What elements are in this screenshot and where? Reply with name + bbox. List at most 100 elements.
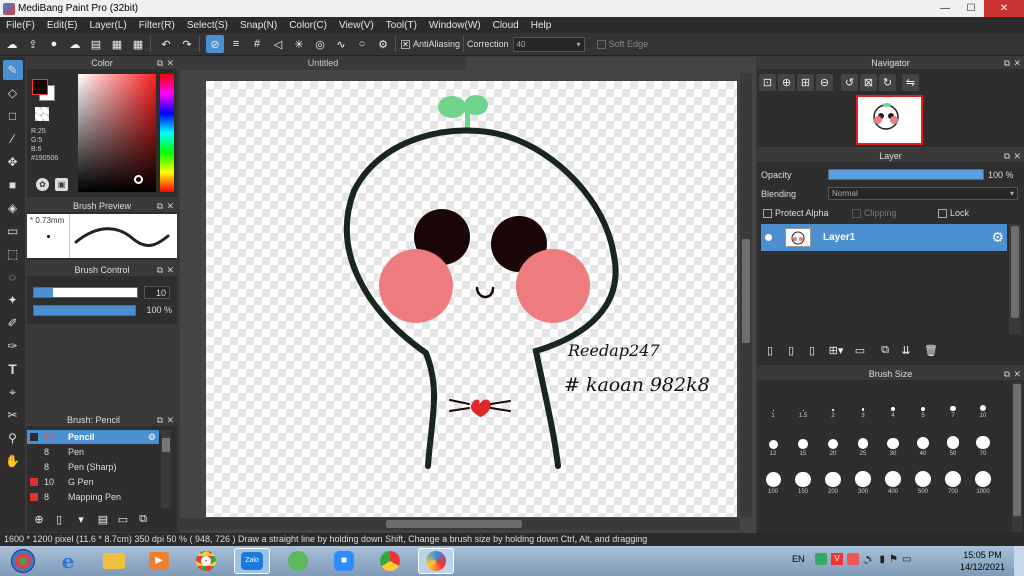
bucket-tool-icon[interactable]: ◈ xyxy=(3,198,23,218)
cloud-icon[interactable]: ☁ xyxy=(3,35,21,53)
close-icon[interactable]: ✕ xyxy=(166,57,174,69)
select-eraser-icon[interactable]: ✑ xyxy=(3,336,23,356)
minimize-button[interactable]: — xyxy=(932,0,958,17)
zoom-in-icon[interactable]: ⊕ xyxy=(778,74,795,91)
transparent-swatch[interactable] xyxy=(35,107,49,121)
rotate-right-icon[interactable]: ↻ xyxy=(879,74,896,91)
document-tab[interactable]: Untitled xyxy=(180,57,466,70)
brush-settings-icon[interactable]: ▤ xyxy=(95,512,111,526)
snap-cross-icon[interactable]: # xyxy=(248,35,266,53)
clock[interactable]: 15:05 PM 14/12/2021 xyxy=(960,549,1005,573)
brush-menu-icon[interactable]: ▾ xyxy=(71,512,91,526)
zoom-out-icon[interactable]: ⊖ xyxy=(816,74,833,91)
brush-tool-icon[interactable]: ✎ xyxy=(2,60,23,80)
brush-size-option[interactable]: 50 xyxy=(939,423,967,457)
undock-icon[interactable]: ⧉ xyxy=(157,264,163,276)
undo-icon[interactable]: ↶ xyxy=(157,35,175,53)
lasso-tool-icon[interactable]: ◌ xyxy=(3,267,23,287)
chrome-icon[interactable] xyxy=(188,548,224,574)
network-icon[interactable]: ▮ xyxy=(879,554,885,565)
zoom-fit-icon[interactable]: ⊡ xyxy=(759,74,776,91)
move-tool-icon[interactable]: ✥ xyxy=(3,152,23,172)
menu-window[interactable]: Window(W) xyxy=(423,20,487,31)
menu-edit[interactable]: Edit(E) xyxy=(41,20,84,31)
speaker-icon[interactable]: 🔈 xyxy=(863,554,875,565)
divide-tool-icon[interactable]: ✂ xyxy=(3,405,23,425)
brush-size-slider[interactable] xyxy=(33,287,138,298)
medibang-taskbar-icon[interactable] xyxy=(418,548,454,574)
soft-edge-checkbox[interactable] xyxy=(596,39,606,49)
select-rect-tool-icon[interactable]: ⬚ xyxy=(3,244,23,264)
menu-layer[interactable]: Layer(L) xyxy=(83,20,132,31)
new-layer-icon[interactable]: ▯ xyxy=(761,342,779,358)
page-icon[interactable]: ▤ xyxy=(87,35,105,53)
lingoes-icon[interactable] xyxy=(280,548,316,574)
snap-parallel-icon[interactable]: ≡ xyxy=(227,35,245,53)
brush-size-option[interactable]: 4 xyxy=(879,385,907,419)
brush-size-option[interactable]: 25 xyxy=(849,423,877,457)
layer-list-scrollbar[interactable] xyxy=(1009,224,1021,334)
brush-size-option[interactable]: 1000 xyxy=(969,461,997,495)
pages-icon[interactable]: ▦ xyxy=(108,35,126,53)
close-icon[interactable]: ✕ xyxy=(1013,150,1021,162)
brush-opacity-slider[interactable] xyxy=(33,305,136,316)
brush-folder-icon[interactable]: ▭ xyxy=(115,512,131,526)
brush-size-option[interactable]: 70 xyxy=(969,423,997,457)
brush-size-value[interactable]: 10 xyxy=(144,286,170,299)
horizontal-scrollbar[interactable] xyxy=(180,518,740,530)
snap-settings-icon[interactable]: ⚙ xyxy=(374,35,392,53)
rectangle-tool-icon[interactable]: □ xyxy=(3,106,23,126)
select-pen-icon[interactable]: ✐ xyxy=(3,313,23,333)
menu-view[interactable]: View(V) xyxy=(333,20,380,31)
redo-icon[interactable]: ↷ xyxy=(178,35,196,53)
grid-icon[interactable]: ▦ xyxy=(129,35,147,53)
brush-size-option[interactable]: 3 xyxy=(849,385,877,419)
eye-icon[interactable] xyxy=(765,234,772,241)
blending-select[interactable]: Normal ▾ xyxy=(828,187,1018,200)
color-wheel-icon[interactable]: ✿ xyxy=(36,178,49,191)
close-icon[interactable]: ✕ xyxy=(166,264,174,276)
brush-size-option[interactable]: 7 xyxy=(939,385,967,419)
menu-filter[interactable]: Filter(R) xyxy=(133,20,181,31)
menu-file[interactable]: File(F) xyxy=(0,20,41,31)
menu-color[interactable]: Color(C) xyxy=(283,20,333,31)
brush-size-option[interactable]: 400 xyxy=(879,461,907,495)
zoom-icon[interactable]: ■ xyxy=(326,548,362,574)
actual-size-icon[interactable]: ⊞ xyxy=(797,74,814,91)
brush-list-scrollbar[interactable] xyxy=(161,430,171,508)
brush-item-pencil[interactable]: 10 Pencil ⚙ xyxy=(27,430,159,444)
brush-item-pen-sharp[interactable]: 8 Pen (Sharp) xyxy=(27,460,159,474)
snap-curve-icon[interactable]: ∿ xyxy=(332,35,350,53)
flip-icon[interactable]: ⇋ xyxy=(902,74,919,91)
color-palette-icon[interactable]: ▣ xyxy=(55,178,68,191)
brush-size-option[interactable]: 10 xyxy=(969,385,997,419)
close-icon[interactable]: ✕ xyxy=(1013,368,1021,380)
media-player-icon[interactable]: ▶ xyxy=(141,548,177,574)
fill-rect-tool-icon[interactable]: ■ xyxy=(3,175,23,195)
brush-size-option[interactable]: 30 xyxy=(879,423,907,457)
delete-layer-icon[interactable]: 🗑 xyxy=(922,342,940,358)
start-button[interactable] xyxy=(3,548,43,574)
folder-icon[interactable]: ▭ xyxy=(851,342,869,358)
menu-select[interactable]: Select(S) xyxy=(181,20,234,31)
operation-tool-icon[interactable]: ⌖ xyxy=(3,382,23,402)
undock-icon[interactable]: ⧉ xyxy=(1004,57,1010,69)
vertical-scrollbar[interactable] xyxy=(740,73,752,517)
chrome-alt-icon[interactable] xyxy=(372,548,408,574)
brush-item-mapping-pen[interactable]: 8 Mapping Pen xyxy=(27,490,159,504)
brush-size-option[interactable]: 100 xyxy=(759,461,787,495)
brush-item-pen[interactable]: 8 Pen xyxy=(27,445,159,459)
brush-size-option[interactable]: 15 xyxy=(789,423,817,457)
vietkey-icon[interactable]: V xyxy=(831,553,843,565)
snap-ellipse-icon[interactable]: ○ xyxy=(353,35,371,53)
menu-tool[interactable]: Tool(T) xyxy=(380,20,423,31)
tray-app-icon[interactable] xyxy=(815,553,827,565)
brush-size-option[interactable]: 500 xyxy=(909,461,937,495)
layer-row[interactable]: Layer1 ⚙ xyxy=(761,224,1007,251)
clipping-checkbox[interactable] xyxy=(852,208,861,218)
maximize-button[interactable]: ☐ xyxy=(958,0,984,17)
comment-icon[interactable]: ● xyxy=(45,35,63,53)
drawing-canvas[interactable]: Reedap247 # kaoan 982k8 xyxy=(206,81,737,517)
duplicate-layer-icon[interactable]: ⧉ xyxy=(876,342,894,358)
correction-select[interactable]: 40 ▾ xyxy=(512,36,585,52)
